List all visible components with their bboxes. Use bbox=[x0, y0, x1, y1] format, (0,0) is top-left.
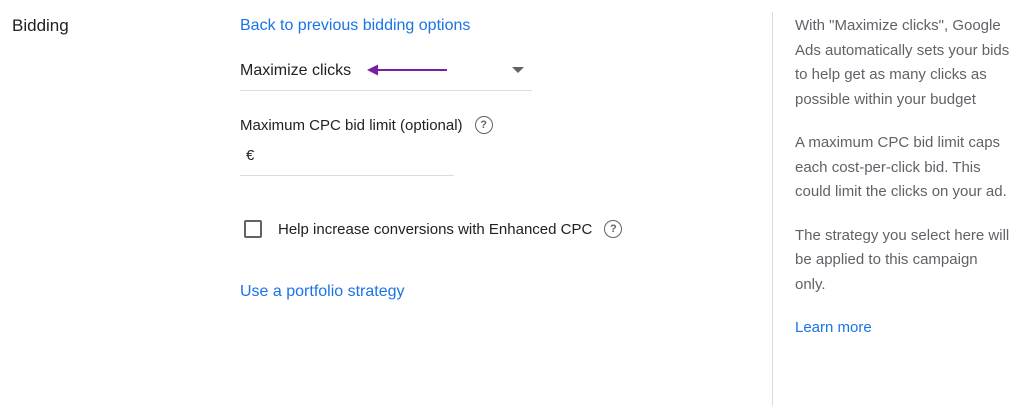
bidding-strategy-value: Maximize clicks bbox=[240, 62, 352, 79]
back-to-previous-bidding-options-link[interactable]: Back to previous bidding options bbox=[240, 17, 470, 35]
learn-more-link[interactable]: Learn more bbox=[795, 316, 872, 341]
enhanced-cpc-checkbox[interactable] bbox=[244, 220, 262, 238]
max-cpc-label: Maximum CPC bid limit (optional) bbox=[240, 116, 463, 134]
side-panel-paragraph: The strategy you select here will be app… bbox=[795, 226, 1010, 293]
max-cpc-label-row: Maximum CPC bid limit (optional) ? bbox=[240, 116, 493, 134]
annotation-arrow-icon bbox=[367, 64, 447, 76]
help-icon[interactable]: ? bbox=[474, 116, 493, 134]
enhanced-cpc-label: Help increase conversions with Enhanced … bbox=[278, 220, 593, 238]
use-portfolio-strategy-link[interactable]: Use a portfolio strategy bbox=[240, 283, 405, 301]
currency-symbol: € bbox=[246, 147, 255, 164]
enhanced-cpc-row: Help increase conversions with Enhanced … bbox=[244, 220, 623, 238]
side-panel: With "Maximize clicks", Google Ads autom… bbox=[795, 14, 1010, 341]
max-cpc-input[interactable] bbox=[262, 145, 454, 173]
max-cpc-field: € bbox=[240, 145, 454, 176]
section-label-bidding: Bidding bbox=[12, 16, 69, 35]
vertical-divider bbox=[772, 12, 773, 406]
help-icon[interactable]: ? bbox=[604, 220, 623, 238]
bidding-strategy-select[interactable]: Maximize clicks bbox=[240, 55, 532, 91]
side-panel-paragraph: A maximum CPC bid limit caps each cost-p… bbox=[795, 134, 1007, 200]
side-panel-paragraph: With "Maximize clicks", Google Ads autom… bbox=[795, 17, 1010, 108]
dropdown-arrow-icon[interactable] bbox=[512, 67, 524, 73]
